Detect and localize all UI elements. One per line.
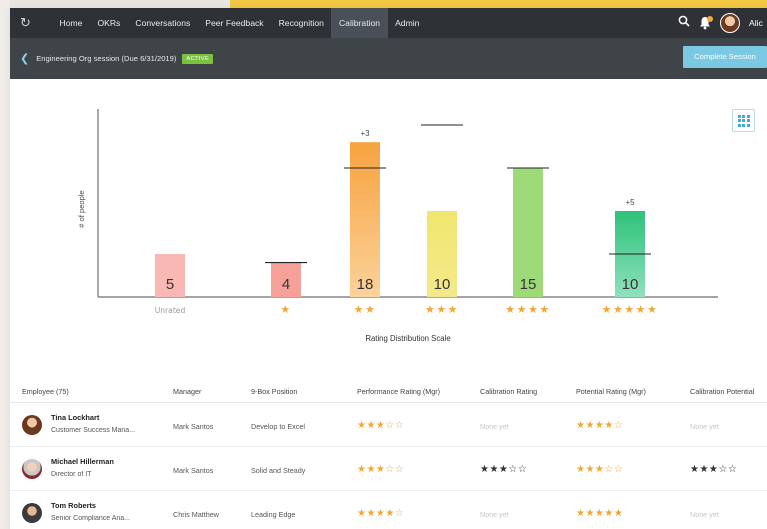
app-logo-icon[interactable]: ↻ <box>20 15 52 31</box>
performance-rating-stars: ★★★☆☆ <box>357 420 405 431</box>
x-tick-label-0: Unrated <box>155 306 186 315</box>
user-name[interactable]: Alic <box>749 18 767 28</box>
x-tick-label-2: ★★ <box>354 303 377 316</box>
calibration-rating[interactable]: None yet <box>480 510 509 519</box>
grid-view-toggle-icon[interactable] <box>732 109 755 132</box>
avatar <box>22 503 42 523</box>
x-tick-label-1: ★ <box>280 303 291 316</box>
column-header-calibration-potential[interactable]: Calibration Potential <box>690 387 754 396</box>
manager-name: Mark Santos <box>173 466 214 475</box>
performance-rating-stars: ★★★★☆ <box>357 508 405 519</box>
x-tick-label-3: ★★★ <box>425 303 459 316</box>
y-axis-label: # of people <box>77 190 86 228</box>
column-header-performance-rating[interactable]: Performance Rating (Mgr) <box>357 387 440 396</box>
status-badge: ACTIVE <box>182 53 214 64</box>
employee-name[interactable]: Michael Hillerman <box>51 457 114 466</box>
nav-item-home[interactable]: Home <box>52 8 90 38</box>
session-header: ❮ Engineering Org session (Due 6/31/2019… <box>10 38 767 79</box>
bar-value-label-5: 10 <box>622 276 639 293</box>
app-window: ↻ Home OKRs Conversations Peer Feedback … <box>10 8 767 529</box>
employee-title: Senior Compliance Ana... <box>51 515 130 522</box>
nav-item-calibration[interactable]: Calibration <box>331 8 388 38</box>
nav-item-conversations[interactable]: Conversations <box>128 8 198 38</box>
employee-title: Director of IT <box>51 471 92 478</box>
user-avatar[interactable] <box>720 13 740 33</box>
x-tick-label-5: ★★★★★ <box>602 303 659 316</box>
top-navigation: ↻ Home OKRs Conversations Peer Feedback … <box>10 8 767 38</box>
bar-value-label-4: 15 <box>520 276 537 293</box>
column-header-9box[interactable]: 9-Box Position <box>251 387 297 396</box>
notifications-bell-icon[interactable] <box>699 16 713 30</box>
x-axis-label: Rating Distribution Scale <box>365 334 450 343</box>
potential-rating-stars: ★★★★☆ <box>576 420 624 431</box>
calibration-rating-stars[interactable]: ★★★☆☆ <box>480 464 527 475</box>
calibration-rating[interactable]: None yet <box>480 422 509 431</box>
employee-title: Customer Success Mana... <box>51 427 136 434</box>
bar-value-label-3: 10 <box>434 276 451 293</box>
nine-box-position: Solid and Steady <box>251 466 306 475</box>
session-title: Engineering Org session (Due 6/31/2019) <box>36 54 176 63</box>
potential-rating-stars: ★★★★★ <box>576 508 624 519</box>
session-name: Engineering Org session <box>36 54 120 63</box>
bar-annotation-2: +3 <box>360 129 370 138</box>
employee-table: Employee (75) Manager 9-Box Position Per… <box>10 379 767 529</box>
nav-item-recognition[interactable]: Recognition <box>271 8 331 38</box>
nav-right-tools: Alic <box>678 8 767 38</box>
performance-rating-stars: ★★★☆☆ <box>357 464 405 475</box>
table-row[interactable]: Tina Lockhart Customer Success Mana... M… <box>10 403 767 447</box>
calibration-potential[interactable]: None yet <box>690 510 719 519</box>
complete-session-button[interactable]: Complete Session <box>683 46 767 68</box>
bar-value-label-1: 4 <box>282 276 290 293</box>
nine-box-position: Develop to Excel <box>251 422 305 431</box>
bar-value-label-2: 18 <box>357 276 374 293</box>
manager-name: Chris Matthew <box>173 510 219 519</box>
table-row[interactable]: Michael Hillerman Director of IT Mark Sa… <box>10 447 767 491</box>
search-icon[interactable] <box>678 14 690 32</box>
employee-name[interactable]: Tom Roberts <box>51 501 96 510</box>
nav-item-peer-feedback[interactable]: Peer Feedback <box>198 8 271 38</box>
nav-menu: Home OKRs Conversations Peer Feedback Re… <box>52 8 427 38</box>
nine-box-position: Leading Edge <box>251 510 296 519</box>
calibration-potential-stars[interactable]: ★★★☆☆ <box>690 464 737 475</box>
avatar <box>22 415 42 435</box>
avatar <box>22 459 42 479</box>
x-tick-label-4: ★★★★ <box>505 303 550 316</box>
column-header-potential-rating[interactable]: Potential Rating (Mgr) <box>576 387 646 396</box>
column-header-calibration-rating[interactable]: Calibration Rating <box>480 387 537 396</box>
employee-name[interactable]: Tina Lockhart <box>51 413 99 422</box>
bar-value-label-0: 5 <box>166 276 174 293</box>
bar-annotation-5: +5 <box>625 198 635 207</box>
table-row[interactable]: Tom Roberts Senior Compliance Ana... Chr… <box>10 491 767 529</box>
table-header: Employee (75) Manager 9-Box Position Per… <box>10 379 767 403</box>
session-due-date: (Due 6/31/2019) <box>121 54 177 63</box>
bar-2 <box>350 142 380 297</box>
calibration-potential[interactable]: None yet <box>690 422 719 431</box>
nav-item-okrs[interactable]: OKRs <box>90 8 128 38</box>
nav-item-admin[interactable]: Admin <box>388 8 427 38</box>
back-arrow-icon[interactable]: ❮ <box>20 52 29 65</box>
manager-name: Mark Santos <box>173 422 214 431</box>
rating-distribution-chart-area: # of people 5 Unrated 4 ★ 18 +3 ★★ 10 ★★★ 15 ★★★★ 10… <box>10 79 767 379</box>
column-header-manager[interactable]: Manager <box>173 387 201 396</box>
column-header-employee[interactable]: Employee (75) <box>22 387 69 396</box>
background-edge <box>0 0 10 529</box>
notification-dot <box>707 16 713 22</box>
rating-distribution-chart: # of people 5 Unrated 4 ★ 18 +3 ★★ 10 ★★★ 15 ★★★★ 10… <box>77 109 718 343</box>
potential-rating-stars: ★★★☆☆ <box>576 464 624 475</box>
